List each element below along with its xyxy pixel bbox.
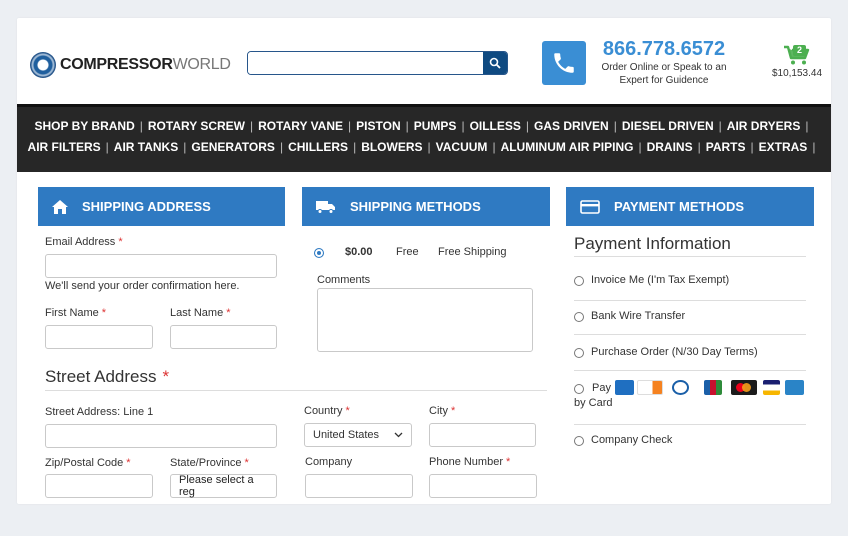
by-card-label: by Card <box>574 397 613 409</box>
credit-card-icon <box>580 199 600 214</box>
last-name-field[interactable] <box>170 325 277 349</box>
divider <box>574 300 806 301</box>
nav-link-extras[interactable]: EXTRAS <box>759 140 821 154</box>
country-select[interactable]: United States <box>304 423 412 447</box>
city-label: City * <box>429 405 456 417</box>
nav-link-air-dryers[interactable]: AIR DRYERS <box>727 119 814 133</box>
cart-widget[interactable]: 2 $10,153.44 <box>765 44 829 79</box>
purchase-order-label: Purchase Order (N/30 Day Terms) <box>591 346 758 358</box>
home-icon <box>52 199 68 214</box>
purchase-order-radio[interactable] <box>574 348 584 358</box>
search-input[interactable] <box>248 52 483 74</box>
zip-field[interactable] <box>45 474 153 498</box>
discover-icon <box>637 380 663 395</box>
payment-methods-header: PAYMENT METHODS <box>566 187 814 226</box>
nav-link-aluminum-air-piping[interactable]: ALUMINUM AIR PIPING <box>501 140 647 154</box>
logo-text: COMPRESSORWORLD <box>60 56 231 73</box>
company-check-radio[interactable] <box>574 436 584 446</box>
email-help-text: We'll send your order confirmation here. <box>45 280 240 292</box>
state-select[interactable]: Please select a reg <box>170 474 277 498</box>
amex-alt-icon <box>785 380 804 395</box>
cart-count-badge: 2 <box>793 45 806 56</box>
nav-link-oilless[interactable]: OILLESS <box>470 119 534 133</box>
state-label: State/Province * <box>170 457 249 469</box>
visa-icon <box>763 380 780 395</box>
first-name-label: First Name * <box>45 307 107 319</box>
street-line1-label: Street Address: Line 1 <box>45 406 154 418</box>
nav-link-drains[interactable]: DRAINS <box>647 140 706 154</box>
bank-wire-radio[interactable] <box>574 312 584 322</box>
nav-link-pumps[interactable]: PUMPS <box>414 119 470 133</box>
phone-number[interactable]: 866.778.6572 <box>599 38 729 61</box>
shipping-address-header: SHIPPING ADDRESS <box>38 187 285 226</box>
divider <box>574 334 806 335</box>
street-address-title: Street Address * <box>45 367 170 386</box>
shipping-type: Free <box>396 246 419 258</box>
first-name-field[interactable] <box>45 325 153 349</box>
comments-textarea[interactable] <box>317 288 533 352</box>
nav-link-parts[interactable]: PARTS <box>706 140 759 154</box>
country-label: Country * <box>304 405 350 417</box>
bank-wire-label: Bank Wire Transfer <box>591 310 686 322</box>
amex-icon <box>615 380 634 395</box>
search-button[interactable] <box>483 52 507 74</box>
shipping-price: $0.00 <box>345 246 373 258</box>
comments-label: Comments <box>317 274 371 286</box>
invoice-label: Invoice Me (I'm Tax Exempt) <box>591 274 730 286</box>
nav-link-gas-driven[interactable]: GAS DRIVEN <box>534 119 622 133</box>
nav-link-air-filters[interactable]: AIR FILTERS <box>28 140 114 154</box>
search-bar <box>247 51 508 75</box>
nav-link-rotary-vane[interactable]: ROTARY VANE <box>258 119 356 133</box>
nav-link-air-tanks[interactable]: AIR TANKS <box>114 140 192 154</box>
chevron-down-icon <box>394 432 403 438</box>
nav-row-bottom: AIR FILTERSAIR TANKSGENERATORSCHILLERSBL… <box>17 140 831 154</box>
last-name-label: Last Name * <box>170 307 231 319</box>
nav-link-shop-by-brand[interactable]: SHOP BY BRAND <box>35 119 148 133</box>
company-label: Company <box>305 456 353 468</box>
site-logo[interactable]: COMPRESSORWORLD <box>30 52 231 78</box>
nav-link-generators[interactable]: GENERATORS <box>191 140 288 154</box>
cart-total: $10,153.44 <box>771 68 823 79</box>
nav-link-piston[interactable]: PISTON <box>356 119 414 133</box>
nav-link-blowers[interactable]: BLOWERS <box>361 140 435 154</box>
payment-info-title: Payment Information <box>574 234 731 253</box>
divider <box>574 424 806 425</box>
section-divider <box>45 390 547 391</box>
phone-field[interactable] <box>429 474 537 498</box>
street-line1-field[interactable] <box>45 424 277 448</box>
diners-icon <box>672 380 689 395</box>
phone-icon-box[interactable] <box>542 41 586 85</box>
logo-icon <box>30 52 56 78</box>
zip-label: Zip/Postal Code * <box>45 457 131 469</box>
phone-subtext: Order Online or Speak to an Expert for G… <box>601 62 727 86</box>
nav-link-vacuum[interactable]: VACUUM <box>436 140 501 154</box>
mastercard-icon <box>731 380 757 395</box>
divider <box>574 370 806 371</box>
pay-by-card-radio[interactable] <box>574 384 584 394</box>
truck-icon <box>316 200 335 214</box>
nav-link-chillers[interactable]: CHILLERS <box>288 140 361 154</box>
shipping-name: Free Shipping <box>438 246 507 258</box>
nav-row-top: SHOP BY BRANDROTARY SCREWROTARY VANEPIST… <box>17 119 831 133</box>
city-field[interactable] <box>429 423 536 447</box>
search-icon <box>489 57 501 69</box>
shipping-methods-header: SHIPPING METHODS <box>302 187 550 226</box>
invoice-radio[interactable] <box>574 276 584 286</box>
phone-label: Phone Number * <box>429 456 511 468</box>
main-nav: SHOP BY BRANDROTARY SCREWROTARY VANEPIST… <box>17 104 831 172</box>
jcb-icon <box>704 380 722 395</box>
divider <box>574 256 806 257</box>
email-label: Email Address * <box>45 236 123 248</box>
email-field[interactable] <box>45 254 277 278</box>
free-shipping-radio[interactable] <box>314 248 324 258</box>
nav-link-rotary-screw[interactable]: ROTARY SCREW <box>148 119 258 133</box>
company-check-label: Company Check <box>591 434 673 446</box>
nav-link-diesel-driven[interactable]: DIESEL DRIVEN <box>622 119 727 133</box>
phone-icon <box>554 53 574 73</box>
company-field[interactable] <box>305 474 413 498</box>
pay-label: Pay <box>592 382 611 394</box>
checkout-page: COMPRESSORWORLD 866.778.6572 Order Onlin… <box>17 18 831 504</box>
